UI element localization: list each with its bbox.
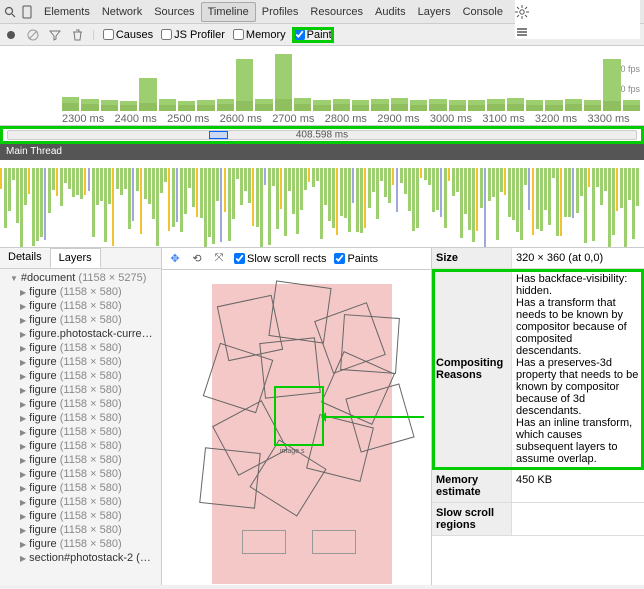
tree-node[interactable]: figure (1158 × 580) [2,299,159,313]
jsprofiler-checkbox[interactable]: JS Profiler [161,29,225,41]
record-icon[interactable] [4,28,18,42]
tree-node[interactable]: figure (1158 × 580) [2,411,159,425]
tree-root[interactable]: #document (1158 × 5275) [2,271,159,285]
tree-node[interactable]: figure (1158 × 580) [2,467,159,481]
tab-layers[interactable]: Layers [412,3,457,21]
tree-node[interactable]: figure (1158 × 580) [2,537,159,551]
scrub-time-label: 408.598 ms [296,130,348,141]
main-thread-flame[interactable] [0,160,644,248]
paints-visible-checkbox[interactable]: Paints [334,253,378,265]
trash-icon[interactable] [70,28,84,42]
prop-slow-scroll: Slow scroll regions [432,503,644,536]
tab-resources[interactable]: Resources [304,3,369,21]
reset-icon[interactable]: ⤧ [212,252,226,266]
tree-node[interactable]: figure (1158 × 580) [2,481,159,495]
tab-audits[interactable]: Audits [369,3,412,21]
timeline-scrubber[interactable]: 408.598 ms [0,126,644,144]
memory-checkbox[interactable]: Memory [233,29,286,41]
gear-icon[interactable] [515,5,529,19]
tree-node[interactable]: figure (1158 × 580) [2,425,159,439]
search-icon[interactable] [4,5,16,19]
main-thread-header: Main Thread [0,144,644,160]
tree-node[interactable]: figure (1158 × 580) [2,369,159,383]
tree-node[interactable]: figure (1158 × 580) [2,313,159,327]
tab-network[interactable]: Network [96,3,148,21]
tree-node[interactable]: figure (1158 × 580) [2,523,159,537]
tree-node[interactable]: figure (1158 × 580) [2,383,159,397]
tab-profiles[interactable]: Profiles [256,3,305,21]
tree-node[interactable]: figure (1158 × 580) [2,341,159,355]
device-icon[interactable] [22,5,32,19]
layer-rect[interactable] [340,314,400,374]
prop-size: Size320 × 360 (at 0,0) [432,248,644,269]
tree-node[interactable]: figure.photostack-curre… [2,327,159,341]
devtools-tabbar: ElementsNetworkSourcesTimelineProfilesRe… [0,0,644,24]
slow-scroll-checkbox[interactable]: Slow scroll rects [234,253,326,265]
rotate-icon[interactable]: ⟲ [190,252,204,266]
tab-elements[interactable]: Elements [38,3,96,21]
layers-3d-view[interactable]: image s [162,270,431,585]
tab-console[interactable]: Console [457,3,509,21]
tab-layers[interactable]: Layers [50,248,101,268]
tree-node[interactable]: figure (1158 × 580) [2,397,159,411]
tree-node[interactable]: figure (1158 × 580) [2,509,159,523]
layers-toolbar: ✥ ⟲ ⤧ Slow scroll rects Paints [162,248,431,270]
highlight-arrow [324,416,424,418]
scrub-selection[interactable] [209,131,228,139]
prop-compositing-reasons: Compositing ReasonsHas backface-visibili… [432,269,644,470]
layer-properties: Size320 × 360 (at 0,0) Compositing Reaso… [432,248,644,585]
tab-timeline[interactable]: Timeline [201,2,256,22]
timeline-overview[interactable]: 30 fps 60 fps 2300 ms2400 ms2500 ms2600 … [0,46,644,126]
causes-checkbox[interactable]: Causes [103,29,153,41]
prop-memory: Memory estimate450 KB [432,470,644,503]
tab-details[interactable]: Details [0,248,50,268]
paint-checkbox[interactable]: Paint [294,29,332,41]
tree-node[interactable]: figure (1158 × 580) [2,495,159,509]
layer-rect[interactable] [199,447,261,509]
pan-icon[interactable]: ✥ [168,252,182,266]
clear-icon[interactable] [26,28,40,42]
tree-node[interactable]: figure (1158 × 580) [2,285,159,299]
filter-icon[interactable] [48,28,62,42]
lower-tabs: Details Layers [0,248,161,269]
tree-node[interactable]: figure (1158 × 580) [2,439,159,453]
menu-icon[interactable] [515,25,529,39]
tree-node[interactable]: section#photostack-2 (… [2,551,159,565]
tree-node[interactable]: figure (1158 × 580) [2,355,159,369]
tab-sources[interactable]: Sources [148,3,200,21]
tree-node[interactable]: figure (1158 × 580) [2,453,159,467]
layer-tree[interactable]: #document (1158 × 5275)figure (1158 × 58… [0,269,161,585]
